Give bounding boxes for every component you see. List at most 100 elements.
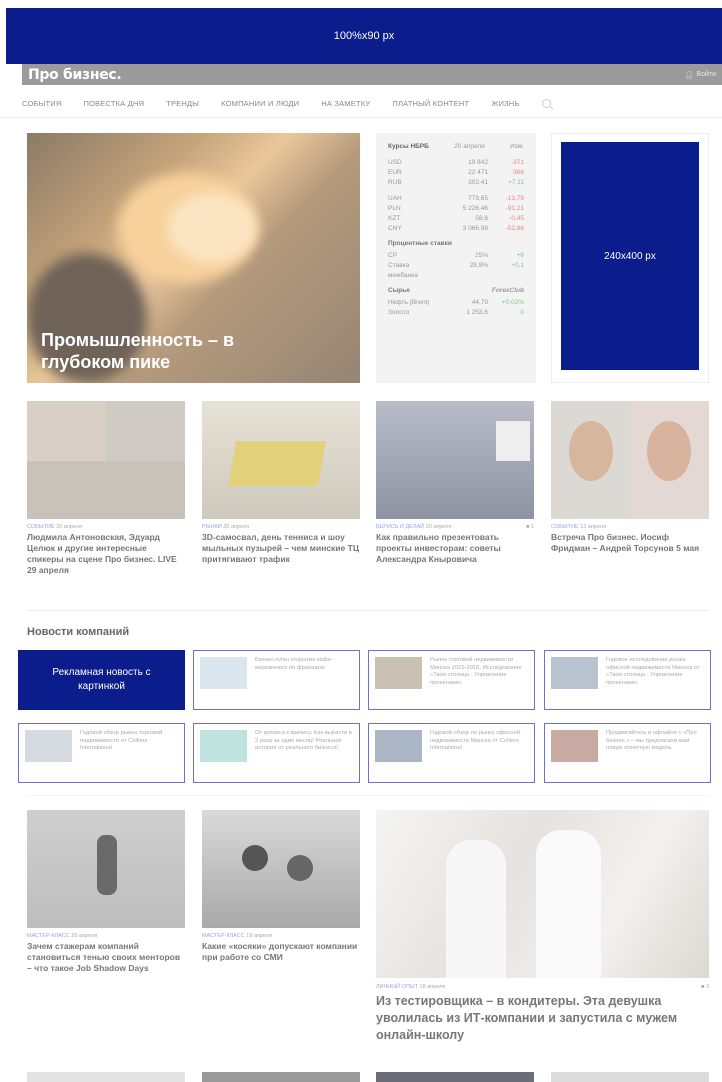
nav-item-trends[interactable]: ТРЕНДЫ xyxy=(166,99,199,108)
article-title[interactable]: 3D-самосвал, день тенниса и шоу мыльных … xyxy=(202,532,360,565)
hero-image-glow xyxy=(167,193,257,263)
company-news-thumb xyxy=(25,730,72,762)
company-news-ad-label: Рекламная новость с картинкой xyxy=(52,667,151,692)
currency-list: USD 19 842 -371 EUR 22 471 -366 RUB 302,41 +7,11… xyxy=(388,158,524,234)
next-row-image xyxy=(202,1072,360,1082)
article-date: 18 апреля xyxy=(419,984,446,990)
article-date: 20 апреля xyxy=(425,524,452,530)
article-title[interactable]: Какие «косяки» допускают компании при ра… xyxy=(202,941,360,963)
article-card[interactable]: СОБЫТИЕ 13 апреля Встреча Про бизнес. Ио… xyxy=(551,401,709,554)
raw-title: Сырье xyxy=(388,287,410,294)
side-banner-ad[interactable]: 240x400 px xyxy=(551,133,709,383)
nav-item-agenda[interactable]: ПОВЕСТКА ДНЯ xyxy=(83,99,144,108)
comment-count[interactable]: ■ 1 xyxy=(526,524,534,530)
article-date: 20 апреля xyxy=(56,524,82,530)
company-news-title: Новости компаний xyxy=(27,626,130,638)
company-news-item[interactable]: Годовое исследование рынка офисной недви… xyxy=(544,650,711,710)
rate-change: +6 xyxy=(516,252,524,259)
top-banner-ad[interactable]: 100%x90 px xyxy=(6,8,722,64)
banner-label: 100%x90 px xyxy=(333,30,395,42)
company-news-ad[interactable]: Рекламная новость с картинкой xyxy=(18,650,185,710)
nav-item-companies[interactable]: КОМПАНИИ И ЛЮДИ xyxy=(221,99,299,108)
comment-icon: ■ xyxy=(526,524,530,530)
company-news-text: Годовой обзор рынка торговой недвижимост… xyxy=(80,730,163,751)
comment-icon: ■ xyxy=(701,984,705,990)
rate-change: -91,21 xyxy=(505,205,524,212)
interest-title: Процентные ставки xyxy=(388,240,452,247)
side-banner-label: 240x400 px xyxy=(604,250,656,262)
article-card[interactable]: СОБЫТИЕ 20 апреля Людмила Антоновская, Э… xyxy=(27,401,185,576)
rates-change-header: Изм. xyxy=(510,143,524,150)
article-title[interactable]: Зачем стажерам компаний становиться тень… xyxy=(27,941,185,974)
rate-name: Нефть (Brent) xyxy=(388,299,430,306)
company-news-item[interactable]: Годовой обзор рынка торговой недвижимост… xyxy=(18,723,185,783)
rate-row: СР 25% +6 xyxy=(388,251,524,261)
company-news-thumb xyxy=(551,730,598,762)
article-category[interactable]: МАСТЕР-КЛАСС xyxy=(202,933,245,939)
rate-change: +0,02% xyxy=(501,299,524,306)
login-link[interactable]: 👤︎ Войти xyxy=(685,71,716,79)
forexclub-logo[interactable]: ForexClub xyxy=(492,287,524,294)
company-news-item[interactable]: Бизнес-план открытия кафе-мороженого по … xyxy=(193,650,360,710)
nav-item-life[interactable]: ЖИЗНЬ xyxy=(491,99,519,108)
hero-article[interactable]: Промышленность – в глубоком пике xyxy=(27,133,360,383)
rate-row: USD 19 842 -371 xyxy=(388,158,524,168)
company-news-item[interactable]: Годовой обзор по рынку офисной недвижимо… xyxy=(368,723,535,783)
rate-row: Золото 1 253,6 0 xyxy=(388,308,524,318)
article-image xyxy=(376,401,534,519)
rate-change: -366 xyxy=(510,169,524,176)
section-divider xyxy=(27,795,709,796)
rate-row: UAH 779,65 -13,79 xyxy=(388,194,524,204)
rate-row: CNY 3 066,98 -52,86 xyxy=(388,224,524,234)
article-title[interactable]: Встреча Про бизнес. Иосиф Фридман – Андр… xyxy=(551,532,709,554)
rate-row: Нефть (Brent) 44,79 +0,02% xyxy=(388,298,524,308)
rate-name: EUR xyxy=(388,169,402,176)
article-card[interactable]: МАСТЕР-КЛАСС 19 апреля Какие «косяки» до… xyxy=(202,810,360,963)
company-news-thumb xyxy=(375,730,422,762)
article-date: 13 апреля xyxy=(580,524,606,530)
rate-value: 29,9% xyxy=(469,262,488,269)
nav-item-notes[interactable]: НА ЗАМЕТКУ xyxy=(321,99,370,108)
search-icon[interactable] xyxy=(541,98,551,108)
site-logo[interactable]: Про бизнес. xyxy=(28,67,122,83)
next-row-image xyxy=(551,1072,709,1082)
next-row-image xyxy=(27,1072,185,1082)
article-title[interactable]: Из тестировщика – в кондитеры. Эта девуш… xyxy=(376,993,709,1044)
company-news-text: Годовое исследование рынка офисной недви… xyxy=(606,657,700,686)
article-card[interactable]: МАСТЕР-КЛАСС 20 апреля Зачем стажерам ко… xyxy=(27,810,185,974)
company-news-text: Рынок торговой недвижимости Минска 2015-… xyxy=(430,657,522,686)
company-news-thumb xyxy=(375,657,422,689)
next-row-image xyxy=(376,1072,534,1082)
header-divider xyxy=(0,117,722,118)
company-news-item[interactable]: От кризиса к кризису. Как вырасти в 2 ра… xyxy=(193,723,360,783)
article-card[interactable]: БЕРИСЬ И ДЕЛАЙ 20 апреля ■ 1 Как правильн… xyxy=(376,401,534,565)
rate-name: USD xyxy=(388,159,402,166)
article-card[interactable]: РЫНКИ 20 апреля 3D-самосвал, день теннис… xyxy=(202,401,360,565)
article-title[interactable]: Людмила Антоновская, Эдуард Целюк и друг… xyxy=(27,532,185,576)
article-category[interactable]: ЛИЧНЫЙ ОПЫТ xyxy=(376,984,418,990)
rate-row: KZT 58,6 -0,45 xyxy=(388,214,524,224)
article-category[interactable]: РЫНКИ xyxy=(202,524,222,530)
article-category[interactable]: СОБЫТИЕ xyxy=(27,524,55,530)
nav-item-events[interactable]: СОБЫТИЯ xyxy=(22,99,61,108)
rate-value: 44,79 xyxy=(471,299,488,306)
company-news-item[interactable]: Продвигайтесь в офлайне с «Про бизнес.» … xyxy=(544,723,711,783)
rate-name: UAH xyxy=(388,195,402,202)
featured-article[interactable]: ЛИЧНЫЙ ОПЫТ 18 апреля ■ 3 Из тестировщика… xyxy=(376,810,709,1044)
article-category[interactable]: МАСТЕР-КЛАСС xyxy=(27,933,70,939)
rate-value: 25% xyxy=(474,252,488,259)
comment-count-value: 1 xyxy=(530,524,534,530)
article-image xyxy=(376,810,709,978)
nav-item-paid[interactable]: ПЛАТНЫЙ КОНТЕНТ xyxy=(392,99,469,108)
main-nav: СОБЫТИЯ ПОВЕСТКА ДНЯ ТРЕНДЫ КОМПАНИИ И Л… xyxy=(22,94,722,112)
rate-value: 779,65 xyxy=(468,195,488,202)
article-category[interactable]: СОБЫТИЕ xyxy=(551,524,579,530)
comment-count[interactable]: ■ 3 xyxy=(701,984,709,990)
rate-value: 1 253,6 xyxy=(466,309,488,316)
article-title[interactable]: Как правильно презентовать проекты инвес… xyxy=(376,532,534,565)
article-category[interactable]: БЕРИСЬ И ДЕЛАЙ xyxy=(376,524,424,530)
company-news-item[interactable]: Рынок торговой недвижимости Минска 2015-… xyxy=(368,650,535,710)
company-news-text: Бизнес-план открытия кафе-мороженого по … xyxy=(255,657,333,671)
rate-change: -13,79 xyxy=(505,195,524,202)
company-news-text: От кризиса к кризису. Как вырасти в 2 ра… xyxy=(255,730,352,751)
